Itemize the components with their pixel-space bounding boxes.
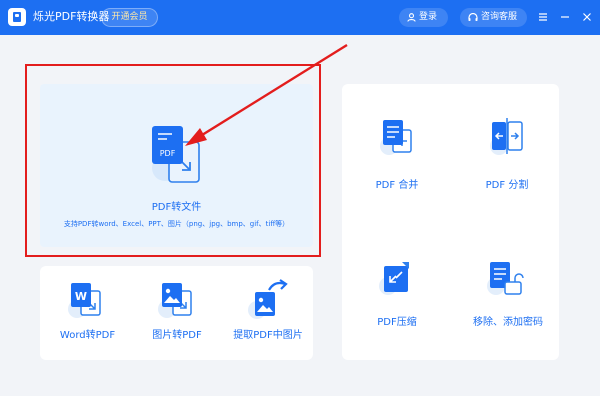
- word-to-pdf-icon: W: [68, 283, 101, 318]
- support-label: 咨询客服: [481, 12, 518, 22]
- app-logo-icon: [8, 8, 26, 26]
- word-to-pdf-button[interactable]: Word转PDF: [55, 326, 120, 341]
- login-label: 登录: [419, 12, 438, 22]
- extract-image-icon: [248, 279, 288, 319]
- word-icon-text: W: [75, 290, 87, 303]
- extract-image-label: 提取PDF中图片: [233, 330, 303, 341]
- pdf-compress-label: PDF压缩: [377, 317, 417, 328]
- login-button[interactable]: 登录: [399, 8, 448, 27]
- pdf-compress-button[interactable]: PDF压缩: [368, 313, 426, 328]
- image-to-pdf-label: 图片转PDF: [152, 330, 202, 341]
- headset-icon: [468, 13, 478, 21]
- vip-button[interactable]: 开通会员: [101, 8, 158, 27]
- pdf-merge-button[interactable]: PDF 合并: [365, 176, 429, 191]
- image-to-pdf-button[interactable]: 图片转PDF: [143, 326, 211, 341]
- app-title: 烁光PDF转换器: [33, 10, 110, 23]
- image-to-pdf-icon: [158, 283, 192, 318]
- user-icon: [407, 13, 416, 22]
- pdf-merge-label: PDF 合并: [375, 180, 419, 191]
- extract-image-button[interactable]: 提取PDF中图片: [225, 326, 311, 341]
- pdf-split-label: PDF 分割: [485, 180, 529, 191]
- password-button[interactable]: 移除、添加密码: [465, 313, 551, 328]
- annotation-arrow: [185, 43, 348, 146]
- support-button[interactable]: 咨询客服: [460, 8, 527, 27]
- minimize-icon[interactable]: [559, 11, 571, 23]
- menu-icon[interactable]: [537, 11, 549, 23]
- word-to-pdf-label: Word转PDF: [59, 330, 116, 341]
- lock-icon: [487, 262, 524, 295]
- pdf-split-button[interactable]: PDF 分割: [478, 176, 536, 191]
- password-label: 移除、添加密码: [473, 317, 543, 328]
- compress-icon: [379, 262, 409, 295]
- title-bar: 烁光PDF转换器 开通会员 登录 咨询客服: [0, 0, 600, 35]
- close-icon[interactable]: [581, 11, 593, 23]
- merge-icon: [380, 120, 412, 155]
- split-icon: [490, 118, 523, 155]
